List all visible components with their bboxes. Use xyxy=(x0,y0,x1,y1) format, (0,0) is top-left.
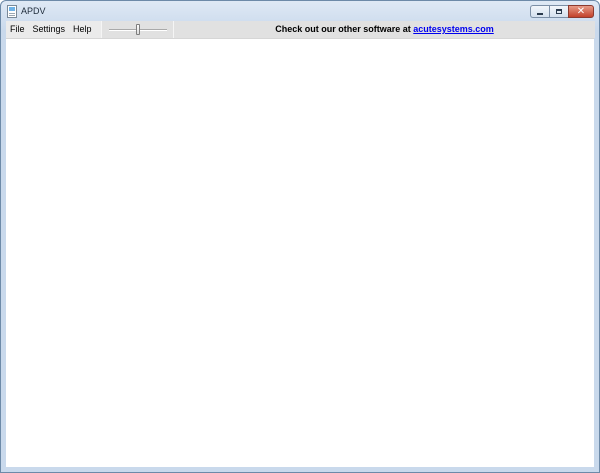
minimize-icon xyxy=(537,13,543,15)
maximize-button[interactable] xyxy=(549,5,568,18)
menu-item-settings[interactable]: Settings xyxy=(29,21,70,38)
promo-banner: Check out our other software at acutesys… xyxy=(173,21,595,38)
caption-buttons: ✕ xyxy=(530,5,594,18)
zoom-slider[interactable] xyxy=(101,21,173,38)
window-bottom-frame xyxy=(1,466,599,472)
toolbar: File Settings Help Check out our other s… xyxy=(6,21,595,39)
menu-bar: File Settings Help xyxy=(6,21,96,38)
promo-text: Check out our other software at xyxy=(275,24,414,34)
menu-item-file[interactable]: File xyxy=(6,21,29,38)
close-button[interactable]: ✕ xyxy=(568,5,594,18)
app-window: APDV ✕ File Settings Help Check out our … xyxy=(0,0,600,473)
minimize-button[interactable] xyxy=(530,5,549,18)
maximize-icon xyxy=(556,9,562,14)
document-view-area[interactable] xyxy=(6,39,594,467)
title-bar[interactable]: APDV ✕ xyxy=(1,1,599,21)
document-icon[interactable] xyxy=(7,5,17,18)
close-icon: ✕ xyxy=(576,6,586,17)
window-title: APDV xyxy=(21,6,46,16)
slider-thumb[interactable] xyxy=(136,24,140,35)
promo-link[interactable]: acutesystems.com xyxy=(413,24,494,34)
menu-item-help[interactable]: Help xyxy=(69,21,96,38)
